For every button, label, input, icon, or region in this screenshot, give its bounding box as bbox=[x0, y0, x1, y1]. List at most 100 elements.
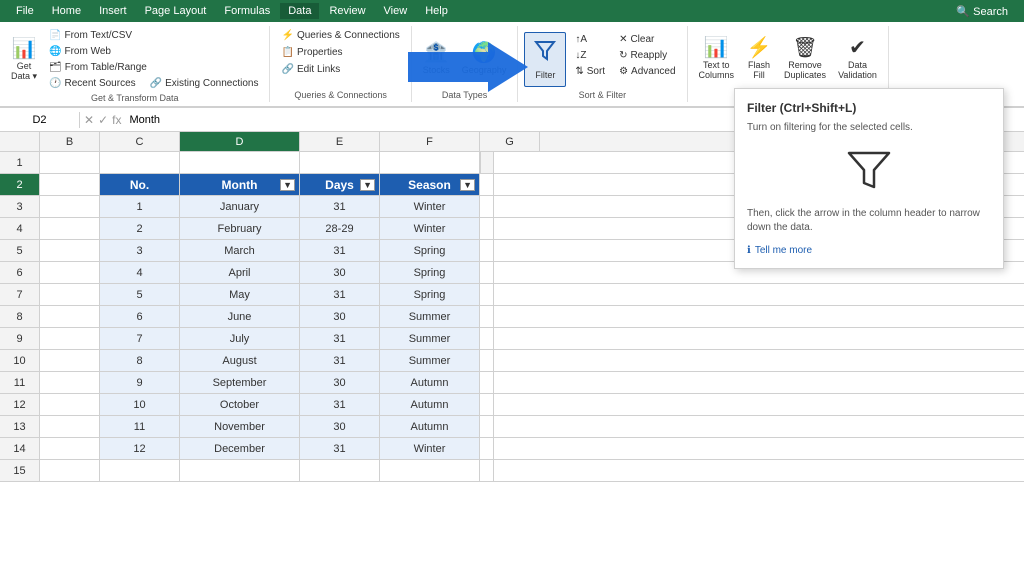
cell-e7[interactable]: 31 bbox=[300, 284, 380, 305]
edit-links-button[interactable]: 🔗 Edit Links bbox=[276, 62, 345, 77]
cell-b5[interactable] bbox=[40, 240, 100, 261]
cell-d4[interactable]: February bbox=[180, 218, 300, 239]
advanced-button[interactable]: ⚙ Advanced bbox=[614, 64, 680, 79]
cell-b14[interactable] bbox=[40, 438, 100, 459]
cell-e3[interactable]: 31 bbox=[300, 196, 380, 217]
cell-f11[interactable]: Autumn bbox=[380, 372, 480, 393]
row-num-2[interactable]: 2 bbox=[0, 174, 40, 195]
menu-help[interactable]: Help bbox=[417, 3, 456, 19]
cell-d8[interactable]: June bbox=[180, 306, 300, 327]
col-header-f[interactable]: F bbox=[380, 132, 480, 151]
cell-days-header[interactable]: Days ▼ bbox=[300, 174, 380, 195]
cell-d15[interactable] bbox=[180, 460, 300, 481]
row-num-5[interactable]: 5 bbox=[0, 240, 40, 261]
row-num-4[interactable]: 4 bbox=[0, 218, 40, 239]
cell-e9[interactable]: 31 bbox=[300, 328, 380, 349]
cell-c14[interactable]: 12 bbox=[100, 438, 180, 459]
menu-insert[interactable]: Insert bbox=[91, 3, 135, 19]
stocks-button[interactable]: 🏦 Stocks bbox=[418, 38, 455, 78]
sort-ascending-button[interactable]: ↑A bbox=[570, 32, 610, 47]
cell-c3[interactable]: 1 bbox=[100, 196, 180, 217]
text-to-columns-button[interactable]: 📊 Text toColumns bbox=[694, 33, 740, 83]
properties-button[interactable]: 📋 Properties bbox=[276, 45, 347, 60]
cell-b3[interactable] bbox=[40, 196, 100, 217]
cell-c13[interactable]: 11 bbox=[100, 416, 180, 437]
confirm-icon[interactable]: ✓ bbox=[98, 113, 108, 127]
cell-e14[interactable]: 31 bbox=[300, 438, 380, 459]
cell-c1[interactable] bbox=[100, 152, 180, 173]
cell-e13[interactable]: 30 bbox=[300, 416, 380, 437]
days-filter-dropdown[interactable]: ▼ bbox=[360, 179, 375, 191]
remove-duplicates-button[interactable]: 🗑 RemoveDuplicates bbox=[779, 33, 831, 83]
cell-b2[interactable] bbox=[40, 174, 100, 195]
cell-e12[interactable]: 31 bbox=[300, 394, 380, 415]
cell-b12[interactable] bbox=[40, 394, 100, 415]
cell-e5[interactable]: 31 bbox=[300, 240, 380, 261]
cell-c11[interactable]: 9 bbox=[100, 372, 180, 393]
cell-c9[interactable]: 7 bbox=[100, 328, 180, 349]
cell-b8[interactable] bbox=[40, 306, 100, 327]
cell-c5[interactable]: 3 bbox=[100, 240, 180, 261]
row-num-1[interactable]: 1 bbox=[0, 152, 40, 173]
col-header-g[interactable]: G bbox=[480, 132, 540, 151]
learn-more-label[interactable]: Tell me more bbox=[755, 245, 812, 256]
cell-season-header[interactable]: Season ▼ bbox=[380, 174, 480, 195]
cell-f14[interactable]: Winter bbox=[380, 438, 480, 459]
cell-b6[interactable] bbox=[40, 262, 100, 283]
cell-d6[interactable]: April bbox=[180, 262, 300, 283]
menu-home[interactable]: Home bbox=[44, 3, 89, 19]
row-num-10[interactable]: 10 bbox=[0, 350, 40, 371]
geography-button[interactable]: 🌍 Geography bbox=[457, 38, 512, 78]
cell-b13[interactable] bbox=[40, 416, 100, 437]
cell-e6[interactable]: 30 bbox=[300, 262, 380, 283]
cell-d5[interactable]: March bbox=[180, 240, 300, 261]
queries-connections-button[interactable]: ⚡ Queries & Connections bbox=[276, 28, 404, 43]
cell-d11[interactable]: September bbox=[180, 372, 300, 393]
cell-f4[interactable]: Winter bbox=[380, 218, 480, 239]
tooltip-learn-more[interactable]: ℹ Tell me more bbox=[747, 245, 991, 256]
cell-b15[interactable] bbox=[40, 460, 100, 481]
cell-d9[interactable]: July bbox=[180, 328, 300, 349]
cell-f5[interactable]: Spring bbox=[380, 240, 480, 261]
cell-e1[interactable] bbox=[300, 152, 380, 173]
menu-formulas[interactable]: Formulas bbox=[216, 3, 278, 19]
row-num-12[interactable]: 12 bbox=[0, 394, 40, 415]
menu-data[interactable]: Data bbox=[280, 3, 319, 19]
cell-e15[interactable] bbox=[300, 460, 380, 481]
menu-page-layout[interactable]: Page Layout bbox=[137, 3, 215, 19]
row-num-8[interactable]: 8 bbox=[0, 306, 40, 327]
cell-b1[interactable] bbox=[40, 152, 100, 173]
row-num-6[interactable]: 6 bbox=[0, 262, 40, 283]
col-header-b[interactable]: B bbox=[40, 132, 100, 151]
cell-c4[interactable]: 2 bbox=[100, 218, 180, 239]
recent-sources-button[interactable]: 🕐 Recent Sources bbox=[44, 76, 141, 91]
data-validation-button[interactable]: ✔ DataValidation bbox=[833, 33, 882, 83]
cell-e11[interactable]: 30 bbox=[300, 372, 380, 393]
cell-d1[interactable] bbox=[180, 152, 300, 173]
cell-no-header[interactable]: No. bbox=[100, 174, 180, 195]
cell-c7[interactable]: 5 bbox=[100, 284, 180, 305]
existing-connections-button[interactable]: 🔗 Existing Connections bbox=[145, 76, 264, 91]
row-num-15[interactable]: 15 bbox=[0, 460, 40, 481]
cell-c12[interactable]: 10 bbox=[100, 394, 180, 415]
cell-f13[interactable]: Autumn bbox=[380, 416, 480, 437]
cell-f1[interactable] bbox=[380, 152, 480, 173]
row-num-9[interactable]: 9 bbox=[0, 328, 40, 349]
get-data-button[interactable]: 📊 GetData ▾ bbox=[6, 34, 42, 85]
month-filter-dropdown[interactable]: ▼ bbox=[280, 179, 295, 191]
cell-d10[interactable]: August bbox=[180, 350, 300, 371]
row-num-13[interactable]: 13 bbox=[0, 416, 40, 437]
name-box[interactable]: D2 bbox=[0, 112, 80, 128]
cell-e8[interactable]: 30 bbox=[300, 306, 380, 327]
cell-f6[interactable]: Spring bbox=[380, 262, 480, 283]
menu-review[interactable]: Review bbox=[321, 3, 373, 19]
from-web-button[interactable]: 🌐 From Web bbox=[44, 44, 263, 59]
cell-f8[interactable]: Summer bbox=[380, 306, 480, 327]
menu-file[interactable]: File bbox=[8, 3, 42, 19]
cell-b4[interactable] bbox=[40, 218, 100, 239]
cell-f15[interactable] bbox=[380, 460, 480, 481]
cell-f9[interactable]: Summer bbox=[380, 328, 480, 349]
row-num-11[interactable]: 11 bbox=[0, 372, 40, 393]
cell-d13[interactable]: November bbox=[180, 416, 300, 437]
cell-c6[interactable]: 4 bbox=[100, 262, 180, 283]
